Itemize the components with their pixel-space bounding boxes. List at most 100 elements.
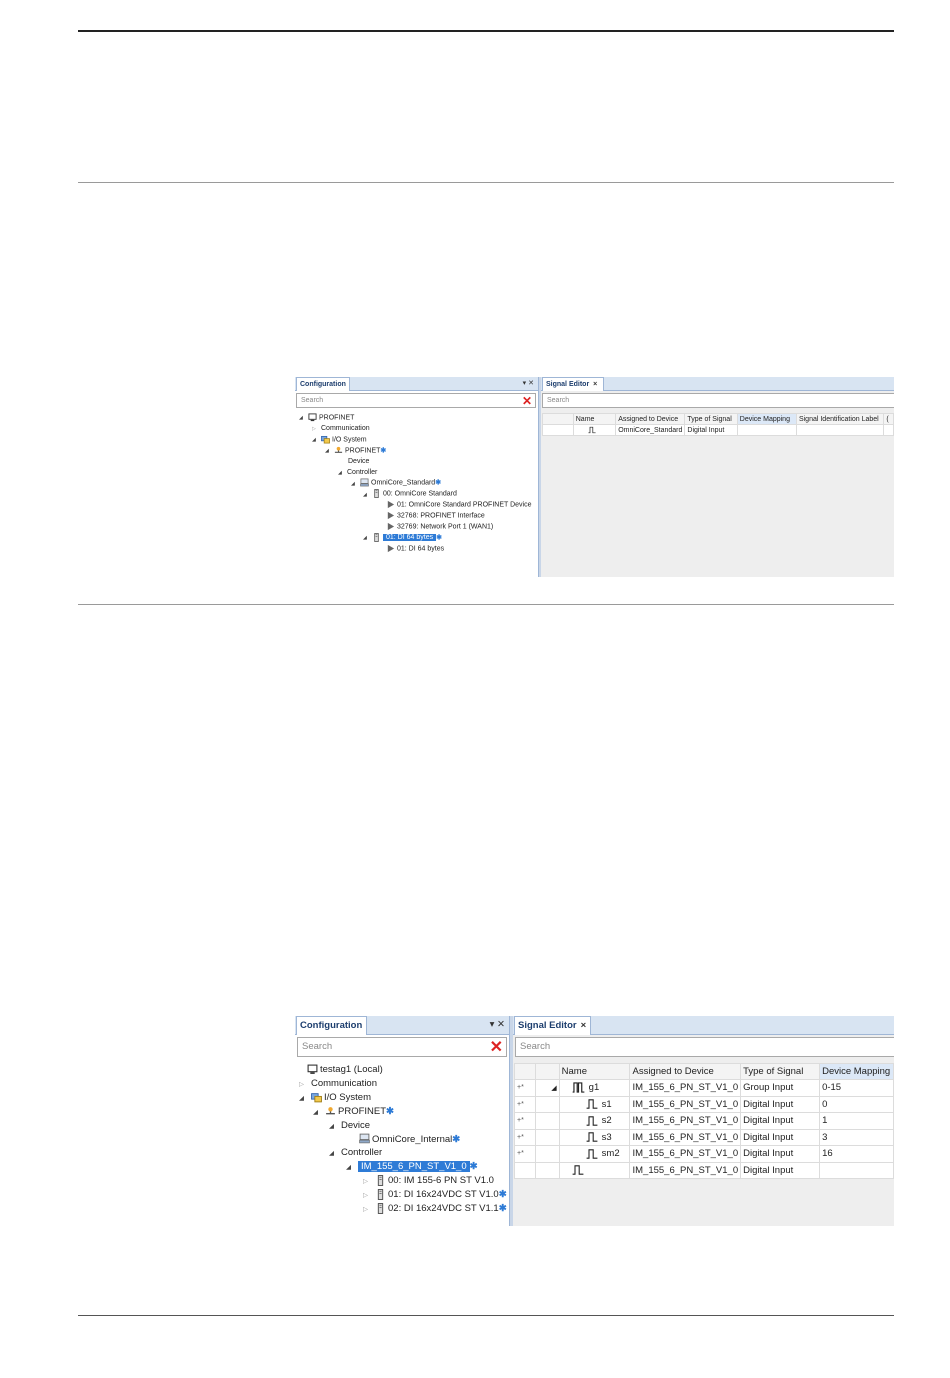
pane-controls[interactable]: ▾ ✕: [490, 1016, 505, 1034]
configuration-search-input[interactable]: Search ✕: [296, 393, 536, 408]
expanded-arrow-icon[interactable]: ◢: [312, 435, 321, 446]
expand-cell[interactable]: [534, 1095, 560, 1113]
assigned-device-cell[interactable]: IM_155_6_PN_ST_V1_0: [629, 1095, 742, 1113]
identification-label-cell[interactable]: [795, 424, 885, 436]
signal-type-cell[interactable]: Digital Input: [740, 1161, 821, 1179]
column-header[interactable]: Device Mapping: [736, 413, 797, 425]
expanded-arrow-icon[interactable]: ◢: [351, 479, 360, 490]
column-header[interactable]: Type of Signal: [740, 1063, 821, 1080]
tree-item[interactable]: ◢ I/O System: [299, 1091, 371, 1106]
name-cell[interactable]: s2: [558, 1112, 631, 1130]
expand-cell[interactable]: [534, 1128, 560, 1146]
tree-item[interactable]: ◢ PROFINET✱: [313, 1105, 394, 1120]
signal-search-input[interactable]: Search: [515, 1037, 894, 1057]
tree-item[interactable]: ▷ Communication: [299, 1077, 377, 1092]
device-mapping-cell[interactable]: [819, 1161, 894, 1179]
clear-search-icon[interactable]: ✕: [490, 1038, 503, 1058]
column-header[interactable]: Device Mapping: [819, 1063, 894, 1080]
pane-controls[interactable]: ▾ ✕: [523, 377, 534, 390]
assigned-device-cell[interactable]: IM_155_6_PN_ST_V1_0: [629, 1112, 742, 1130]
device-mapping-cell[interactable]: 1: [819, 1112, 894, 1130]
expanded-arrow-icon[interactable]: ◢: [338, 468, 347, 479]
collapsed-arrow-icon[interactable]: ▷: [363, 1175, 375, 1189]
close-tab-icon[interactable]: ×: [593, 381, 597, 388]
device-mapping-cell[interactable]: 0: [819, 1095, 894, 1113]
expanded-arrow-icon[interactable]: ◢: [325, 446, 334, 457]
signal-type-cell[interactable]: Group Input: [740, 1079, 821, 1097]
column-header[interactable]: [542, 413, 574, 425]
tree-item[interactable]: 01: OmniCore Standard PROFINET Device: [377, 500, 531, 511]
tree-item[interactable]: 32769: Network Port 1 (WAN1): [377, 522, 493, 533]
device-mapping-cell[interactable]: [736, 424, 797, 436]
tab-signal-editor[interactable]: Signal Editor ×: [542, 377, 604, 391]
tree-item[interactable]: ◢ OmniCore_Standard✱: [351, 478, 441, 489]
signal-type-cell[interactable]: Digital Input: [740, 1128, 821, 1146]
expanded-arrow-icon[interactable]: ◢: [299, 413, 308, 424]
assigned-device-cell[interactable]: IM_155_6_PN_ST_V1_0: [629, 1079, 742, 1097]
column-header[interactable]: Name: [558, 1063, 631, 1080]
signal-row[interactable]: +* s2 IM_155_6_PN_ST_V1_0 Digital Input 1: [514, 1112, 894, 1130]
tab-signal-editor[interactable]: Signal Editor ×: [514, 1016, 591, 1035]
device-mapping-cell[interactable]: 0-15: [819, 1079, 894, 1097]
signal-type-cell[interactable]: Digital Input: [740, 1095, 821, 1113]
column-header[interactable]: Signal Identification Label: [795, 413, 885, 425]
column-header[interactable]: [534, 1063, 560, 1080]
configuration-search-input[interactable]: Search ✕: [297, 1037, 507, 1057]
signal-row[interactable]: +* s1 IM_155_6_PN_ST_V1_0 Digital Input 0: [514, 1095, 894, 1113]
tab-configuration[interactable]: Configuration: [296, 1016, 367, 1035]
signal-row[interactable]: +* sm2 IM_155_6_PN_ST_V1_0 Digital Input 16: [514, 1145, 894, 1163]
tree-item[interactable]: ◢ Controller: [338, 468, 377, 479]
tree-item[interactable]: testag1 (Local): [295, 1063, 383, 1077]
column-header[interactable]: Name: [572, 413, 617, 425]
assigned-device-cell[interactable]: IM_155_6_PN_ST_V1_0: [629, 1145, 742, 1163]
signal-type-cell[interactable]: Digital Input: [684, 424, 738, 436]
signal-row[interactable]: IM_155_6_PN_ST_V1_0 Digital Input: [514, 1161, 894, 1179]
signal-type-cell[interactable]: Digital Input: [740, 1145, 821, 1163]
expanded-arrow-icon[interactable]: ◢: [363, 533, 372, 544]
device-mapping-cell[interactable]: 3: [819, 1128, 894, 1146]
expand-cell[interactable]: [534, 1161, 560, 1179]
tree-item[interactable]: OmniCore_Internal✱: [347, 1133, 460, 1147]
expanded-arrow-icon[interactable]: ◢: [299, 1092, 311, 1106]
tree-item[interactable]: Device: [339, 457, 369, 468]
tree-item[interactable]: ▷ 01: DI 16x24VDC ST V1.0✱: [363, 1188, 507, 1203]
assigned-device-cell[interactable]: OmniCore_Standard: [615, 424, 686, 436]
tree-item[interactable]: ◢ PROFINET: [299, 413, 354, 424]
name-cell[interactable]: s1: [558, 1095, 631, 1113]
name-cell[interactable]: sm2: [558, 1145, 631, 1163]
name-cell[interactable]: [558, 1161, 631, 1179]
column-header[interactable]: [514, 1063, 536, 1080]
assigned-device-cell[interactable]: IM_155_6_PN_ST_V1_0: [629, 1128, 742, 1146]
device-mapping-cell[interactable]: 16: [819, 1145, 894, 1163]
name-cell[interactable]: [572, 424, 617, 436]
name-cell[interactable]: s3: [558, 1128, 631, 1146]
tree-item[interactable]: ◢ Device: [329, 1119, 370, 1134]
expanded-arrow-icon[interactable]: ◢: [363, 490, 372, 501]
tree-item[interactable]: 01: DI 64 bytes: [377, 544, 444, 555]
signal-type-cell[interactable]: Digital Input: [740, 1112, 821, 1130]
expanded-arrow-icon[interactable]: ◢: [313, 1106, 325, 1120]
tree-item[interactable]: ◢ I/O System: [312, 435, 367, 446]
tree-item[interactable]: ▷ 02: DI 16x24VDC ST V1.1✱: [363, 1202, 507, 1217]
tree-item[interactable]: 32768: PROFINET Interface: [377, 511, 485, 522]
expand-cell[interactable]: [534, 1112, 560, 1130]
collapsed-arrow-icon[interactable]: ▷: [312, 424, 321, 435]
signal-row[interactable]: +* ◢ g1 IM_155_6_PN_ST_V1_0 Group Input 0-15: [514, 1079, 894, 1097]
signal-row[interactable]: OmniCore_Standard Digital Input: [542, 424, 894, 436]
tree-item[interactable]: ◢ IM_155_6_PN_ST_V1_0 ✱: [346, 1160, 478, 1175]
clear-search-icon[interactable]: ✕: [522, 394, 532, 409]
signal-search-input[interactable]: Search: [542, 393, 894, 408]
expand-cell[interactable]: [534, 1145, 560, 1163]
tree-item[interactable]: ▷ 00: IM 155-6 PN ST V1.0: [363, 1174, 494, 1189]
tree-item[interactable]: ◢ Controller: [329, 1146, 382, 1161]
column-header[interactable]: Assigned to Device: [629, 1063, 742, 1080]
tree-item[interactable]: ◢ 00: OmniCore Standard: [363, 489, 457, 500]
name-cell[interactable]: g1: [558, 1079, 631, 1097]
collapsed-arrow-icon[interactable]: ▷: [363, 1189, 375, 1203]
tree-item[interactable]: ▷ Communication: [312, 424, 370, 435]
tree-item[interactable]: ◢ 01: DI 64 bytes ✱: [363, 532, 442, 544]
collapsed-arrow-icon[interactable]: ▷: [363, 1203, 375, 1217]
assigned-device-cell[interactable]: IM_155_6_PN_ST_V1_0: [629, 1161, 742, 1179]
expand-cell[interactable]: ◢: [534, 1079, 560, 1097]
expanded-arrow-icon[interactable]: ◢: [329, 1147, 341, 1161]
